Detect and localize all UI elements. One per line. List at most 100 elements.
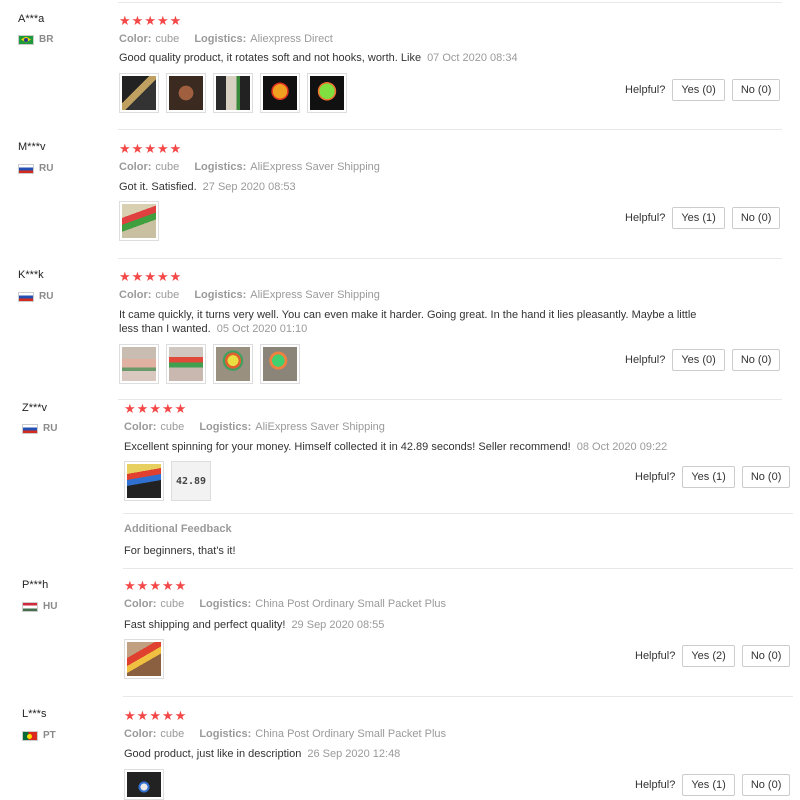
review-photo[interactable]	[119, 201, 159, 241]
review-item: L***s PT ★ ★ ★ ★ ★ Color: cube Logistics: Chin…	[0, 697, 800, 800]
review-meta: Color: cube Logistics: China Post Ordinary…	[124, 598, 458, 610]
country-code: RU	[39, 291, 54, 302]
reviewer-name: K***k	[18, 269, 44, 281]
russia-flag-icon	[18, 291, 34, 302]
review-photo[interactable]	[307, 73, 347, 113]
helpful-yes-button[interactable]: Yes (1)	[672, 207, 725, 229]
star-icon: ★	[136, 578, 149, 593]
review-body: Excellent spinning for your money. Himse…	[124, 441, 571, 453]
country-code: BR	[39, 34, 54, 45]
helpful-yes-button[interactable]: Yes (1)	[682, 774, 735, 796]
star-icon: ★	[119, 269, 131, 284]
review-meta: Color: cube Logistics: China Post Ordinary…	[124, 728, 458, 740]
color-value: cube	[155, 289, 180, 301]
review-photo[interactable]	[260, 73, 300, 113]
brazil-flag-icon	[18, 34, 34, 45]
reviewer-country: RU	[18, 163, 53, 174]
helpful-no-button[interactable]: No (0)	[741, 774, 791, 796]
reviewer-name: A***a	[18, 13, 45, 25]
review-item: K***k RU ★ ★ ★ ★ ★ Color: cube Logistics: AliE…	[0, 259, 800, 399]
review-item: Z***v RU ★ ★ ★ ★ ★ Color: cube Logistics: AliE…	[0, 399, 800, 569]
review-meta: Color: cube Logistics: AliExpress Saver Sh…	[119, 289, 392, 301]
star-rating: ★ ★ ★ ★ ★	[119, 14, 181, 27]
review-photo[interactable]: 42.89	[171, 461, 211, 501]
additional-feedback-title: Additional Feedback	[124, 523, 232, 535]
star-icon: ★	[131, 269, 144, 284]
review-photo[interactable]	[119, 344, 159, 384]
helpful-no-button[interactable]: No (0)	[731, 207, 781, 229]
star-icon: ★	[124, 401, 136, 416]
review-body-line: It came quickly, it turns very well. You…	[119, 309, 697, 321]
logistics-key: Logistics:	[199, 598, 252, 610]
country-code: RU	[39, 163, 54, 174]
color-key: Color:	[124, 598, 157, 610]
color-key: Color:	[119, 289, 152, 301]
review-photo[interactable]	[124, 639, 164, 679]
helpful-yes-button[interactable]: Yes (1)	[682, 466, 735, 488]
helpful-label: Helpful?	[635, 779, 676, 791]
review-meta: Color: cube Logistics: AliExpress Saver Sh…	[119, 161, 392, 173]
review-date: 07 Oct 2020 08:34	[427, 52, 518, 64]
country-code: HU	[43, 601, 58, 612]
review-photo[interactable]	[124, 461, 164, 501]
star-rating: ★ ★ ★ ★ ★	[124, 579, 186, 592]
star-icon: ★	[169, 141, 182, 156]
reviewer-name: M***v	[18, 141, 46, 153]
review-photo[interactable]	[166, 73, 206, 113]
star-icon: ★	[119, 13, 131, 28]
review-text: Got it. Satisfied. 27 Sep 2020 08:53	[119, 180, 296, 194]
helpful-label: Helpful?	[635, 650, 676, 662]
star-icon: ★	[136, 708, 149, 723]
star-icon: ★	[119, 141, 131, 156]
review-photo[interactable]	[124, 769, 164, 800]
logistics-value: China Post Ordinary Small Packet Plus	[255, 728, 447, 740]
review-item: M***v RU ★ ★ ★ ★ ★ Color: cube Logistics: AliE…	[0, 130, 800, 258]
review-photo[interactable]	[260, 344, 300, 384]
star-icon: ★	[149, 578, 161, 593]
helpful-no-button[interactable]: No (0)	[731, 349, 781, 371]
review-text: It came quickly, it turns very well. You…	[119, 308, 709, 336]
color-key: Color:	[119, 161, 152, 173]
star-icon: ★	[149, 708, 161, 723]
star-icon: ★	[131, 13, 144, 28]
review-body: Got it. Satisfied.	[119, 181, 197, 193]
helpful-yes-button[interactable]: Yes (0)	[672, 79, 725, 101]
review-body: Fast shipping and perfect quality!	[124, 619, 286, 631]
helpful-yes-button[interactable]: Yes (2)	[682, 645, 735, 667]
reviewer-country: BR	[18, 34, 53, 45]
logistics-value: AliExpress Saver Shipping	[255, 421, 385, 433]
logistics-key: Logistics:	[199, 421, 252, 433]
star-icon: ★	[161, 401, 174, 416]
helpful-no-button[interactable]: No (0)	[731, 79, 781, 101]
star-icon: ★	[156, 13, 169, 28]
star-icon: ★	[174, 401, 187, 416]
star-icon: ★	[124, 708, 136, 723]
review-photo[interactable]	[119, 73, 159, 113]
review-photo[interactable]	[213, 73, 253, 113]
helpful-no-button[interactable]: No (0)	[741, 645, 791, 667]
review-text: Good quality product, it rotates soft an…	[119, 51, 518, 65]
review-photo[interactable]	[213, 344, 253, 384]
color-key: Color:	[124, 728, 157, 740]
helpful-controls: Helpful? Yes (0) No (0)	[625, 79, 781, 101]
helpful-label: Helpful?	[625, 354, 666, 366]
helpful-controls: Helpful? Yes (1) No (0)	[635, 466, 791, 488]
color-value: cube	[155, 33, 180, 45]
review-text: Excellent spinning for your money. Himse…	[124, 440, 667, 454]
star-icon: ★	[149, 401, 161, 416]
reviewer-name: Z***v	[22, 402, 48, 414]
helpful-label: Helpful?	[625, 84, 666, 96]
star-rating: ★ ★ ★ ★ ★	[119, 142, 181, 155]
star-icon: ★	[169, 13, 182, 28]
photo-list	[119, 201, 159, 241]
logistics-value: AliExpress Saver Shipping	[250, 289, 380, 301]
reviewer-name: P***h	[22, 579, 49, 591]
review-photo[interactable]	[166, 344, 206, 384]
helpful-no-button[interactable]: No (0)	[741, 466, 791, 488]
review-text: Fast shipping and perfect quality! 29 Sep…	[124, 618, 384, 632]
helpful-yes-button[interactable]: Yes (0)	[672, 349, 725, 371]
color-value: cube	[155, 161, 180, 173]
star-icon: ★	[169, 269, 182, 284]
helpful-label: Helpful?	[635, 471, 676, 483]
reviewer-country: RU	[22, 423, 57, 434]
